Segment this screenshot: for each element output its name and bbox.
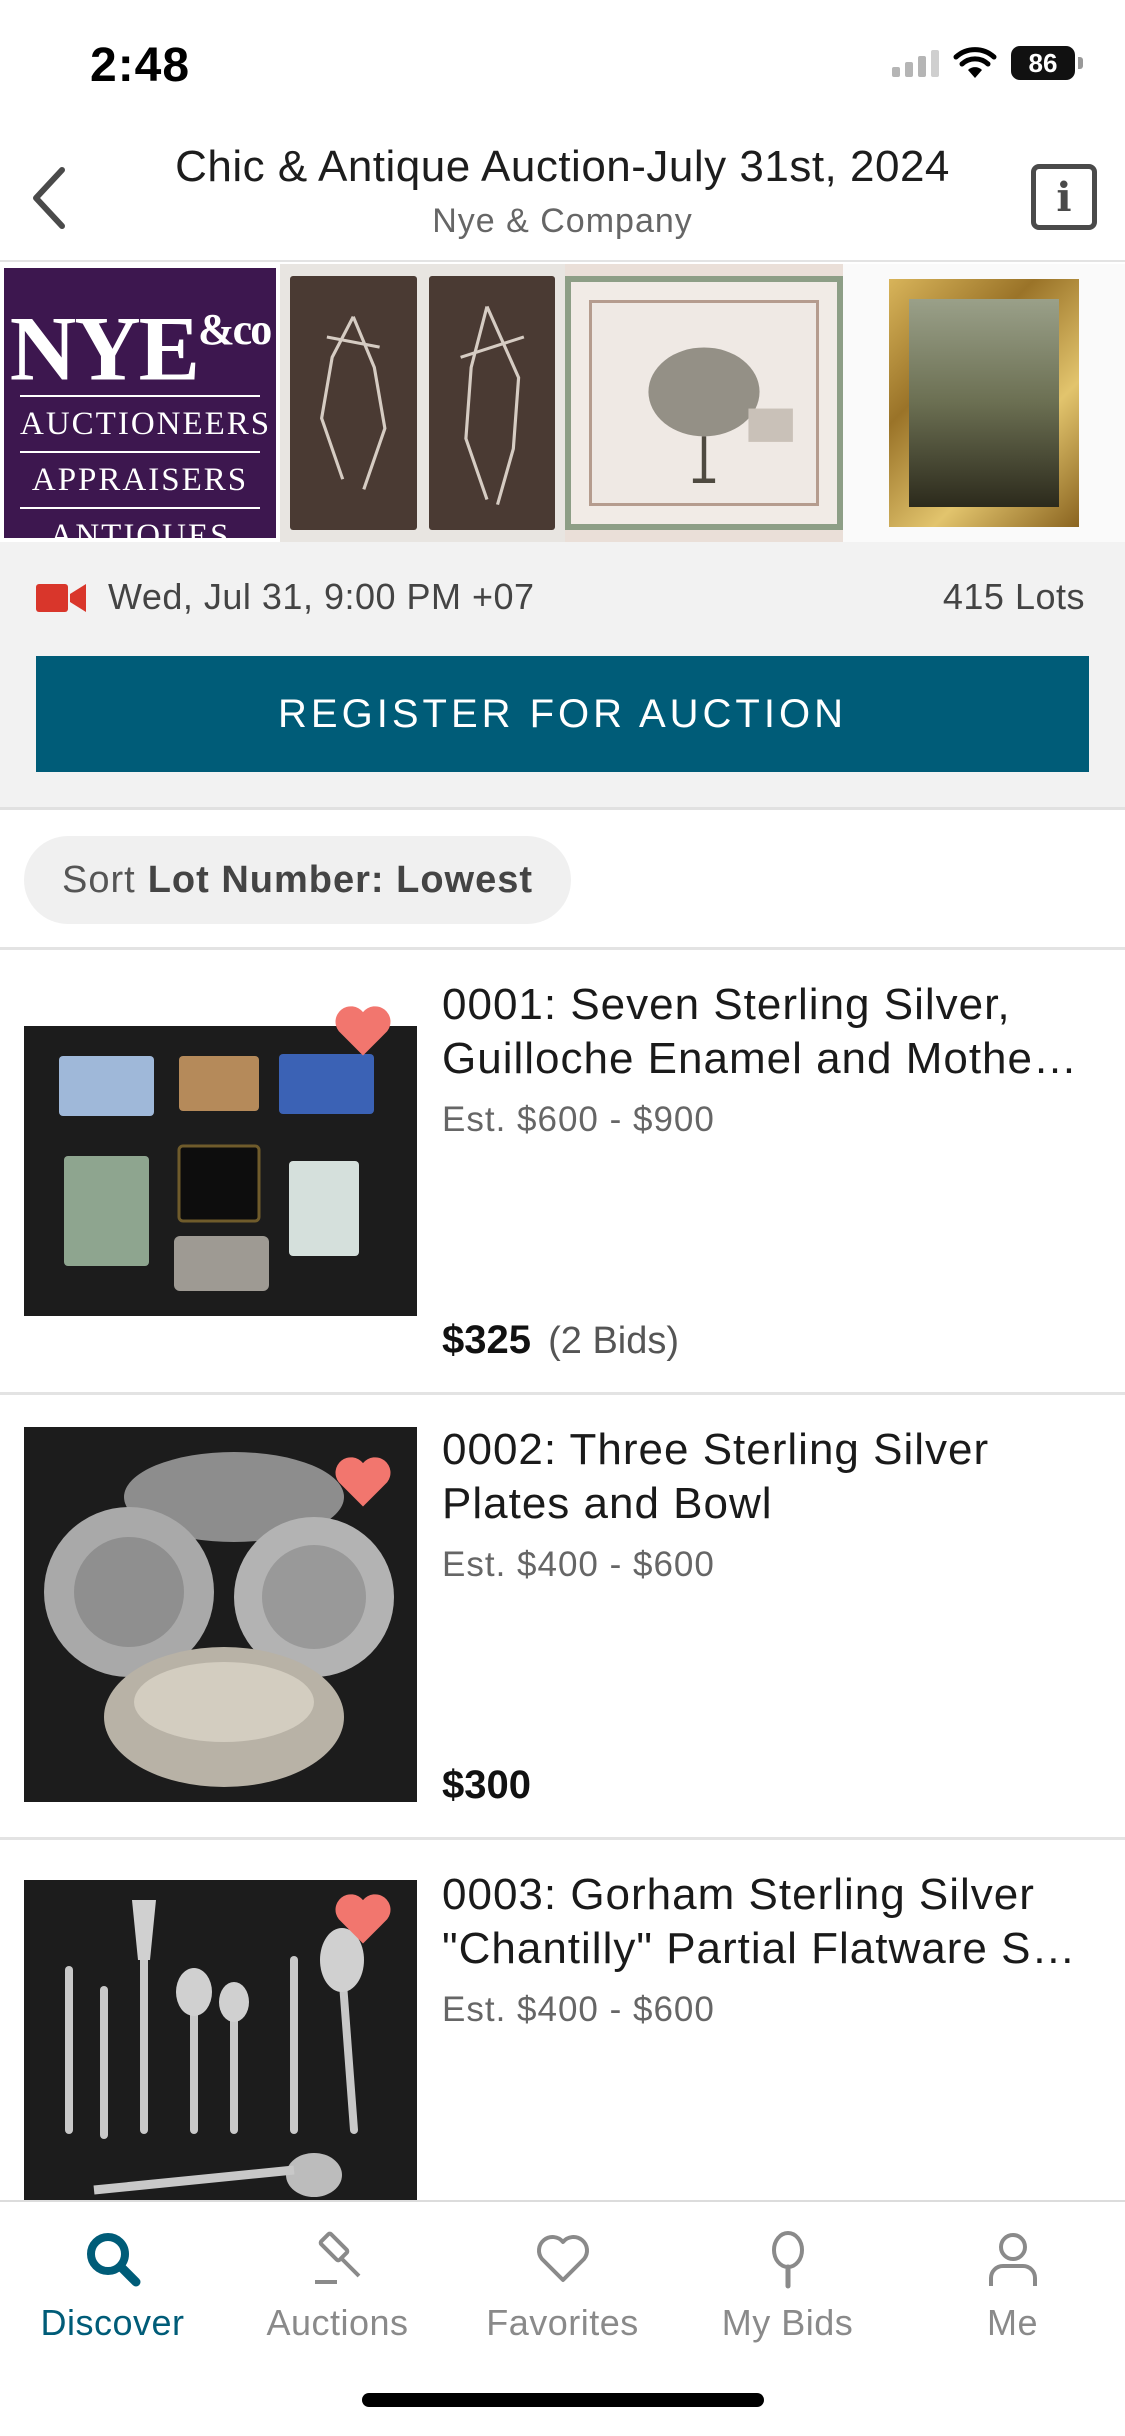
- lot-title[interactable]: 0001: Seven Sterling Silver, Guilloche E…: [442, 978, 1102, 1086]
- lot-title[interactable]: 0002: Three Sterling Silver Plates and B…: [442, 1423, 1102, 1531]
- auction-house-logo[interactable]: NYE&co AUCTIONEERS APPRAISERS ANTIQUES: [0, 264, 283, 542]
- auction-house-name[interactable]: Nye & Company: [120, 202, 1005, 241]
- sort-section: Sort Lot Number: Lowest: [0, 810, 1125, 950]
- sort-value: Lot Number: Lowest: [147, 858, 534, 901]
- nav-header: Chic & Antique Auction-July 31st, 2024 N…: [0, 132, 1125, 262]
- battery-icon: 86: [1011, 46, 1083, 80]
- gallery-image-figures[interactable]: [280, 264, 565, 542]
- tab-label: Favorites: [486, 2302, 639, 2343]
- auction-image-gallery[interactable]: NYE&co AUCTIONEERS APPRAISERS ANTIQUES: [0, 264, 1125, 542]
- logo-text: NYE: [9, 297, 200, 400]
- paddle-icon: [771, 2231, 804, 2289]
- live-video-icon: [36, 584, 86, 612]
- register-for-auction-button[interactable]: REGISTER FOR AUCTION: [36, 656, 1089, 772]
- heart-icon: [536, 2235, 589, 2282]
- auction-date: Wed, Jul 31, 9:00 PM +07: [108, 576, 535, 617]
- battery-level: 86: [1011, 46, 1075, 80]
- gallery-image-landscape-painting[interactable]: [843, 264, 1125, 542]
- favorite-heart-icon[interactable]: [332, 1890, 394, 1946]
- gallery-image-tree-drawing[interactable]: [565, 264, 843, 542]
- tab-label: My Bids: [721, 2302, 854, 2343]
- lot-bid-count: (2 Bids): [548, 1320, 680, 1362]
- back-button[interactable]: [18, 158, 78, 238]
- lot-list: 0001: Seven Sterling Silver, Guilloche E…: [0, 950, 1125, 2200]
- status-bar: 2:48 86: [0, 0, 1125, 132]
- auction-info-bar: Wed, Jul 31, 9:00 PM +07 415 Lots REGIST…: [0, 542, 1125, 810]
- person-icon: [988, 2233, 1037, 2286]
- chevron-left-icon: [33, 167, 65, 229]
- lot-price: $325: [442, 1318, 531, 1362]
- tab-discover[interactable]: Discover: [0, 2202, 225, 2382]
- info-icon: i: [1056, 173, 1072, 221]
- lot-current-bid: $325 (2 Bids): [442, 1318, 679, 1363]
- status-icons: 86: [892, 46, 1083, 80]
- sort-button[interactable]: Sort Lot Number: Lowest: [24, 836, 572, 924]
- lot-price: $300: [442, 1763, 531, 1807]
- lot-item[interactable]: 0002: Three Sterling Silver Plates and B…: [0, 1395, 1125, 1840]
- wifi-icon: [953, 47, 997, 78]
- logo-line-1: AUCTIONEERS: [20, 394, 269, 451]
- tab-favorites[interactable]: Favorites: [450, 2202, 675, 2382]
- logo-line-3: ANTIQUES: [20, 506, 260, 542]
- lot-image[interactable]: [24, 1026, 417, 1316]
- tab-label: Discover: [40, 2302, 185, 2343]
- lot-estimate: Est. $400 - $600: [442, 1545, 715, 1584]
- lot-estimate: Est. $400 - $600: [442, 1990, 715, 2029]
- home-indicator: [362, 2393, 764, 2407]
- tab-me[interactable]: Me: [900, 2202, 1125, 2382]
- sort-prefix: Sort: [62, 858, 136, 901]
- lots-count: 415 Lots: [942, 576, 1085, 617]
- logo-line-2: APPRAISERS: [20, 450, 260, 507]
- lot-item[interactable]: 0003: Gorham Sterling Silver "Chantilly"…: [0, 1840, 1125, 2200]
- status-time: 2:48: [90, 39, 191, 92]
- logo-amp: &co: [198, 305, 272, 354]
- lot-current-bid: $300: [442, 1763, 531, 1808]
- tab-auctions[interactable]: Auctions: [225, 2202, 450, 2382]
- tab-my-bids[interactable]: My Bids: [675, 2202, 900, 2382]
- tab-label: Auctions: [266, 2302, 409, 2343]
- favorite-heart-icon[interactable]: [332, 1453, 394, 1509]
- page-title: Chic & Antique Auction-July 31st, 2024: [175, 142, 950, 191]
- lot-title[interactable]: 0003: Gorham Sterling Silver "Chantilly"…: [442, 1868, 1102, 1976]
- search-icon: [86, 2233, 140, 2287]
- lot-item[interactable]: 0001: Seven Sterling Silver, Guilloche E…: [0, 950, 1125, 1395]
- cellular-signal-icon: [892, 49, 939, 77]
- tab-label: Me: [986, 2302, 1038, 2343]
- gavel-icon: [314, 2231, 360, 2284]
- favorite-heart-icon[interactable]: [332, 1002, 394, 1058]
- lot-estimate: Est. $600 - $900: [442, 1100, 715, 1139]
- info-button[interactable]: i: [1031, 164, 1097, 230]
